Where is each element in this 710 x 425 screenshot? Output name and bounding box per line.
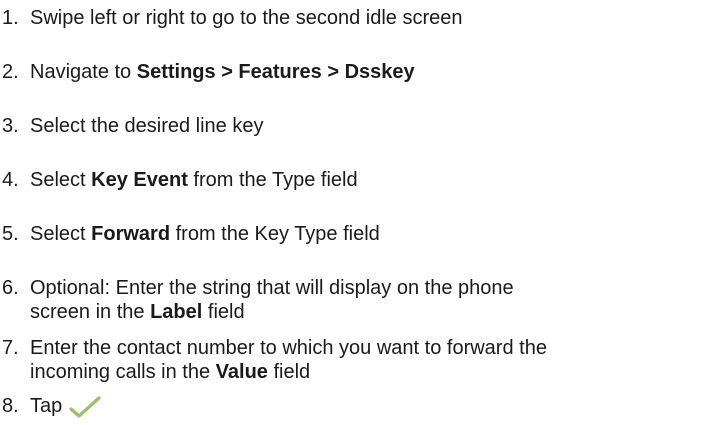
step-text: Select Forward from the Key Type field [30, 223, 380, 245]
step-number: 7. [2, 337, 19, 359]
step-text: Select Key Event from the Type field [30, 169, 358, 191]
step-6: 6. Optional: Enter the string that will … [0, 276, 700, 324]
step-text-line2: screen in the Label field [30, 301, 245, 323]
step-text: Tap [30, 394, 102, 419]
key-event-term: Key Event [91, 169, 188, 191]
menu-path: Settings > Features > Dsskey [136, 61, 415, 83]
step-number: 5. [2, 223, 19, 245]
step-number: 3. [2, 115, 19, 137]
step-number: 4. [2, 169, 19, 191]
step-number: 1. [2, 7, 19, 29]
step-text: Swipe left or right to go to the second … [30, 7, 463, 29]
checkmark-icon [68, 395, 102, 419]
value-term: Value [215, 361, 268, 383]
step-7: 7. Enter the contact number to which you… [0, 336, 700, 384]
step-text-line1: Optional: Enter the string that will dis… [30, 277, 514, 299]
step-number: 6. [2, 277, 19, 299]
step-number: 2. [2, 61, 19, 83]
label-term: Label [150, 301, 203, 323]
step-text: Select the desired line key [30, 115, 264, 137]
step-text: Navigate to Settings > Features > Dsskey [30, 61, 415, 83]
instruction-list: 1. Swipe left or right to go to the seco… [0, 0, 710, 420]
forward-term: Forward [91, 223, 171, 245]
step-number: 8. [2, 395, 19, 417]
step-text-line1: Enter the contact number to which you wa… [30, 337, 547, 359]
step-text-line2: incoming calls in the Value field [30, 361, 311, 383]
